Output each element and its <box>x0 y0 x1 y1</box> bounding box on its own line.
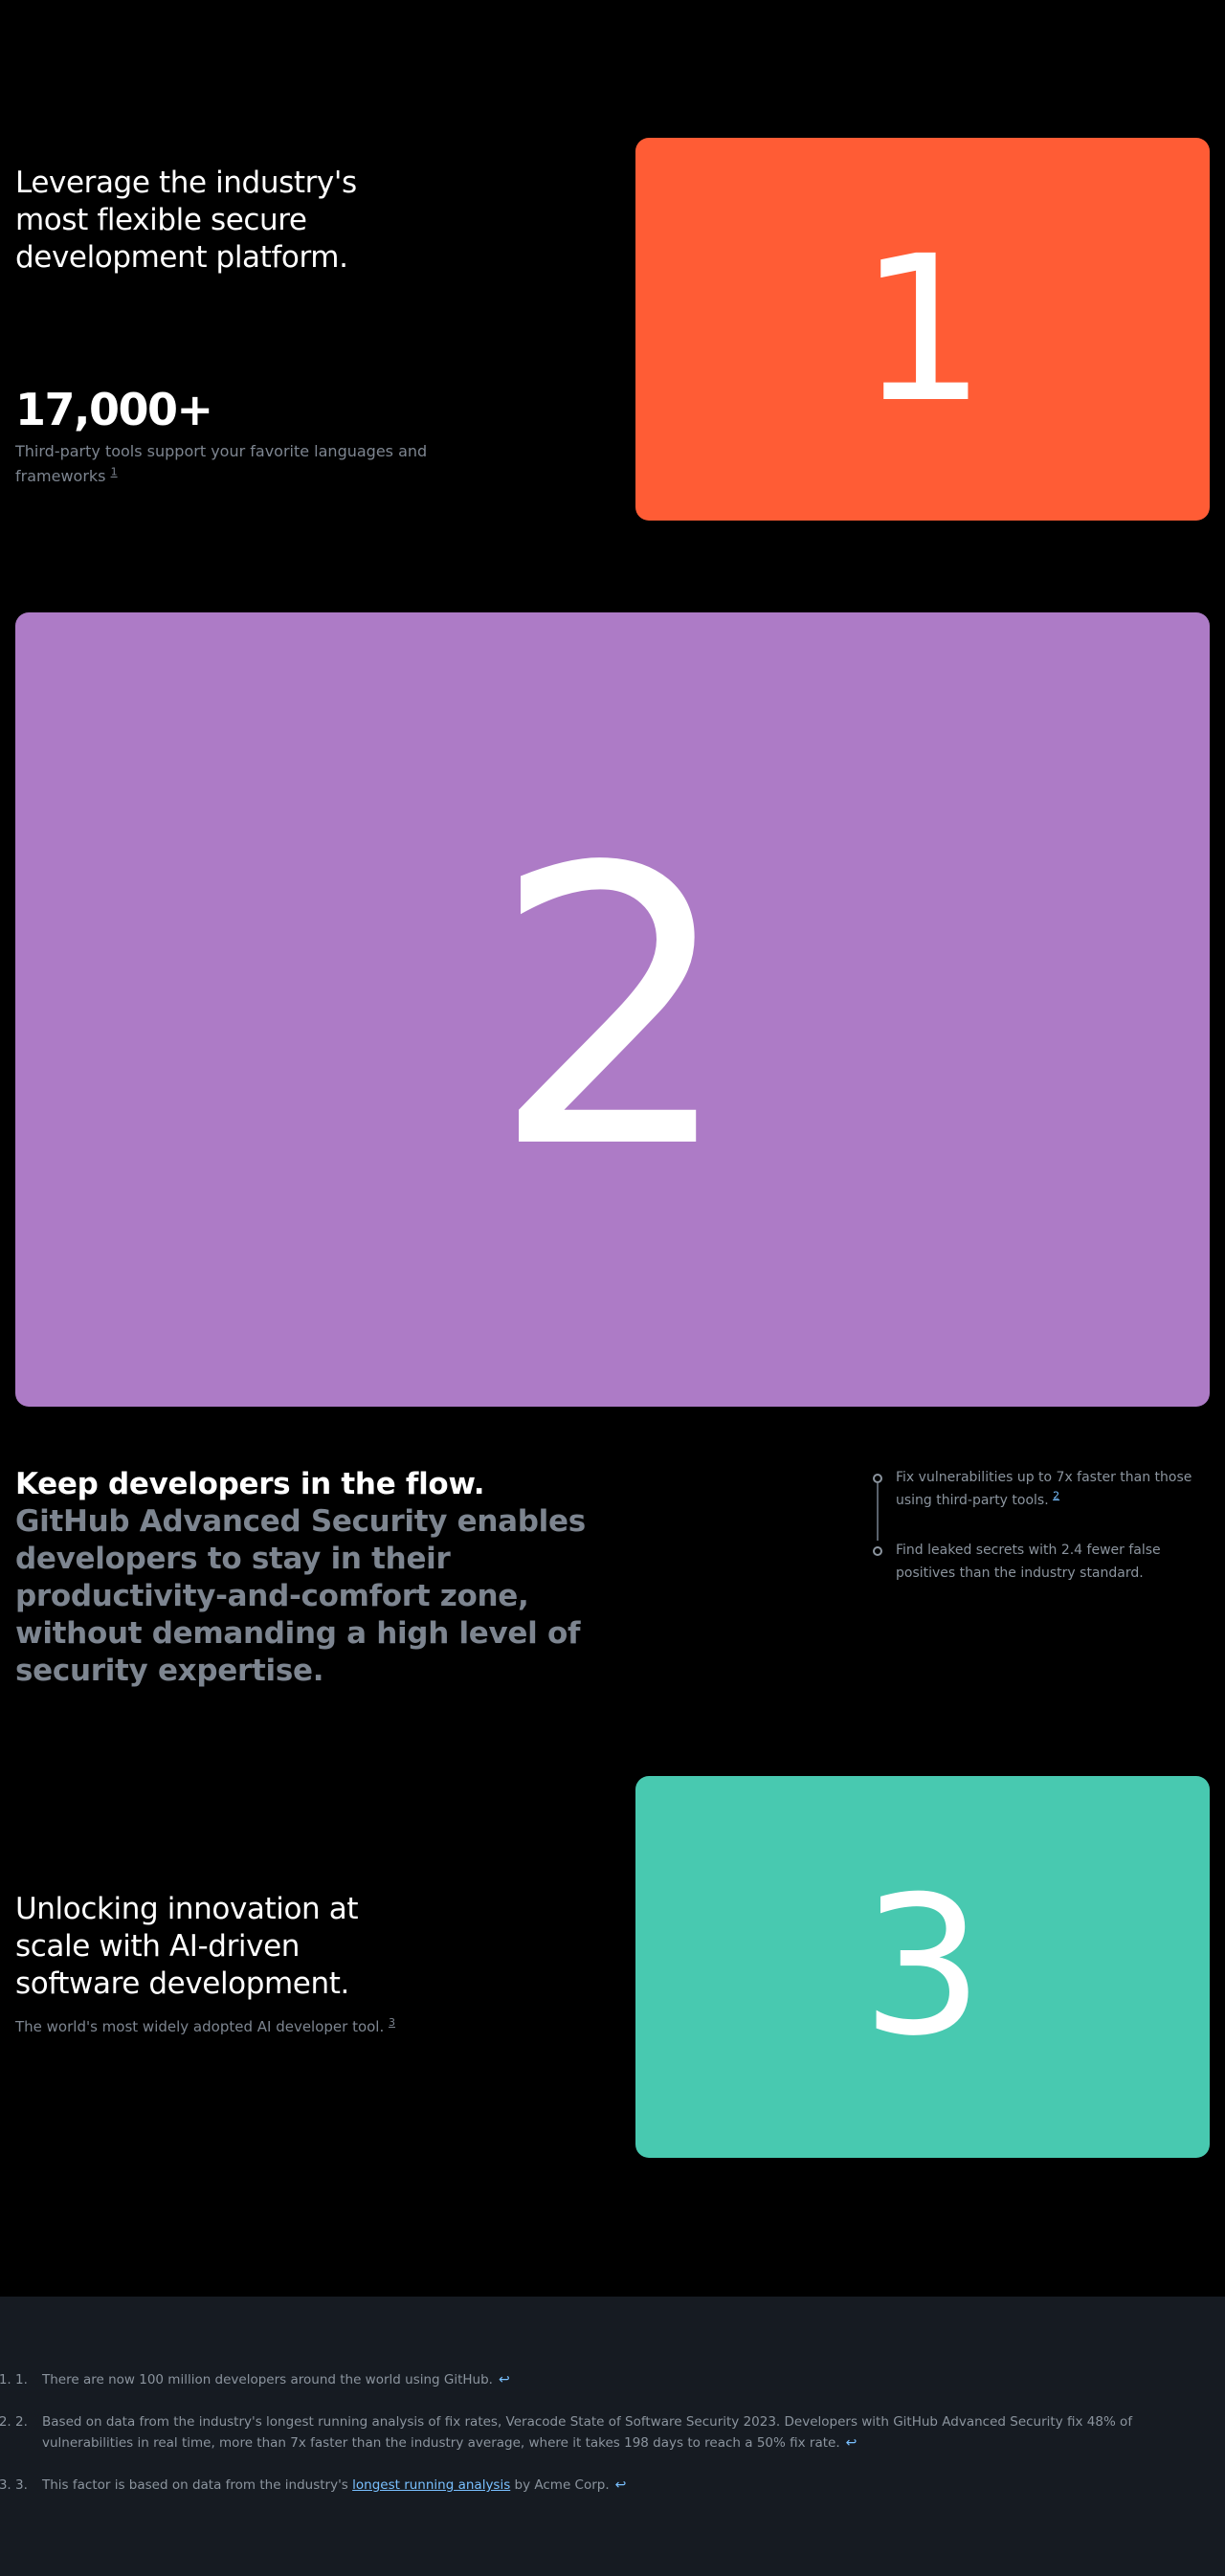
footnote-item: 3. This factor is based on data from the… <box>15 2475 1202 2496</box>
feature-card-3: 3 <box>635 1776 1210 2158</box>
footnote-text-after: by Acme Corp. <box>510 2477 610 2493</box>
return-arrow-icon[interactable]: ↩ <box>615 2477 627 2493</box>
analysis-link[interactable]: longest running analysis <box>352 2477 510 2493</box>
section2-lead: Keep developers in the flow. <box>15 1467 485 1501</box>
section2-paragraph: Keep developers in the flow. GitHub Adva… <box>15 1466 590 1690</box>
footnote-text-before: This factor is based on data from the in… <box>42 2477 353 2493</box>
benefit-text: Fix vulnerabilities up to 7x faster than… <box>896 1466 1215 1512</box>
footnotes-section: 1. There are now 100 million developers … <box>0 2297 1225 2576</box>
footnote-ref-1[interactable]: 1 <box>111 466 118 478</box>
footnote-number: 1. <box>15 2372 28 2387</box>
footnote-number: 2. <box>15 2414 28 2430</box>
section1-headline: Leverage the industry's most flexible se… <box>15 166 357 275</box>
benefit-list: Fix vulnerabilities up to 7x faster than… <box>871 1466 1215 1611</box>
benefit-item: Fix vulnerabilities up to 7x faster than… <box>871 1466 1215 1512</box>
stat-value: 17,000+ <box>15 384 213 435</box>
circle-bullet-icon <box>873 1546 882 1556</box>
stat-description-text: Third-party tools support your favorite … <box>15 442 428 485</box>
footnote-item: 1. There are now 100 million developers … <box>15 2369 1202 2390</box>
section3-description-text: The world's most widely adopted AI devel… <box>15 2018 385 2035</box>
section3-headline: Unlocking innovation at scale with AI-dr… <box>15 1892 359 2001</box>
circle-bullet-icon <box>873 1474 882 1483</box>
section2-rest: GitHub Advanced Security enables develop… <box>15 1504 586 1688</box>
footnote-text: There are now 100 million developers aro… <box>42 2372 493 2387</box>
footnote-list: 1. There are now 100 million developers … <box>15 2369 1202 2517</box>
stat-description: Third-party tools support your favorite … <box>15 439 446 489</box>
footnote-number: 3. <box>15 2477 28 2493</box>
benefit-text-1: Fix vulnerabilities up to 7x faster than… <box>896 1470 1192 1508</box>
benefit-text-2: Find leaked secrets with 2.4 fewer false… <box>896 1543 1161 1581</box>
feature-card-1: 1 <box>635 138 1210 521</box>
footnote-text: Based on data from the industry's longes… <box>42 2414 1133 2451</box>
footnote-item: 2. Based on data from the industry's lon… <box>15 2411 1202 2454</box>
page: Leverage the industry's most flexible se… <box>0 0 1225 2576</box>
footnote-ref-2[interactable]: 2 <box>1053 1489 1059 1501</box>
return-arrow-icon[interactable]: ↩ <box>499 2372 510 2387</box>
return-arrow-icon[interactable]: ↩ <box>846 2435 858 2451</box>
footnote-ref-3[interactable]: 3 <box>389 2016 395 2029</box>
feature-card-2: 2 <box>15 612 1210 1407</box>
section3-description: The world's most widely adopted AI devel… <box>15 2015 494 2038</box>
benefit-item: Find leaked secrets with 2.4 fewer false… <box>871 1539 1215 1585</box>
